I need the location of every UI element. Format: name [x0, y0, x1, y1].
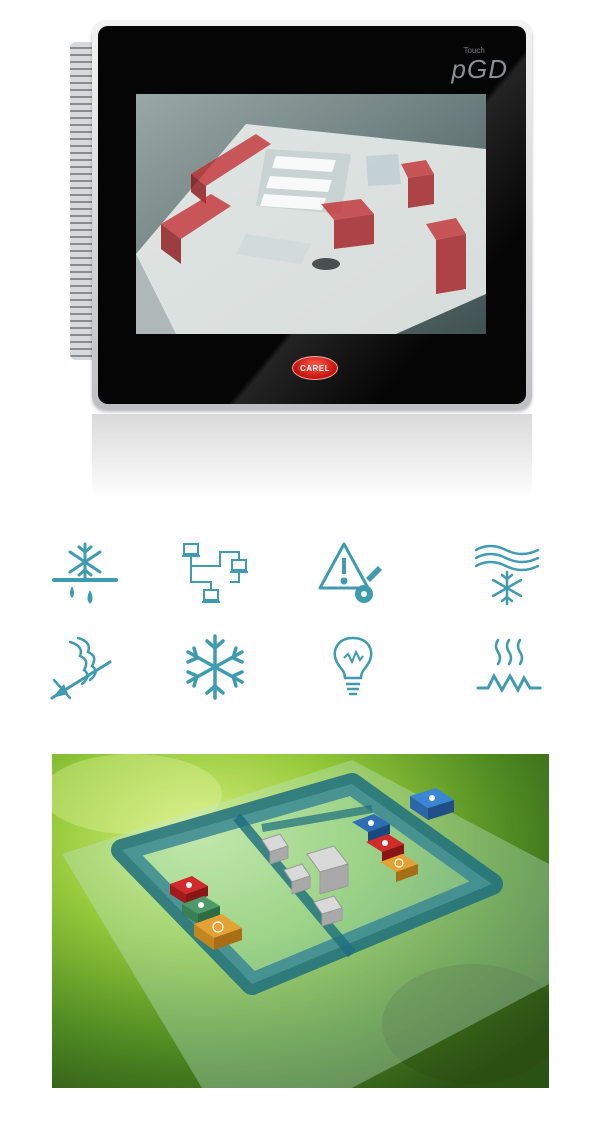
screen-3d-plant-view: [136, 94, 486, 334]
pgd-logo-text: pGD: [451, 54, 508, 84]
defrost-icon: [50, 538, 120, 608]
air-cooling-icon: [472, 538, 542, 608]
pgd-logo: Touch pGD: [451, 46, 508, 85]
network-icon: [180, 538, 250, 608]
building-3d-scene: [52, 754, 549, 1088]
heating-icon: [474, 632, 544, 702]
device-reflection: [92, 414, 532, 500]
pgd-logo-small: Touch: [463, 46, 485, 55]
device-screen[interactable]: [136, 94, 486, 334]
carel-logo-badge: CAREL: [292, 356, 338, 380]
device-bezel: Touch pGD: [98, 26, 526, 404]
compressor-icon: [48, 632, 118, 702]
alarm-maintenance-icon: [316, 538, 386, 608]
lightbulb-icon: [318, 632, 388, 702]
snowflake-icon: [180, 632, 250, 702]
